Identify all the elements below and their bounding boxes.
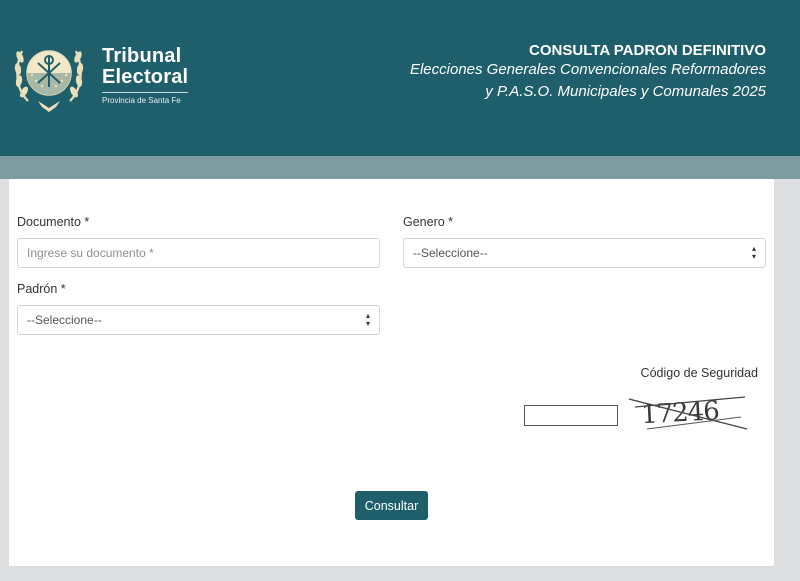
page-subtitle-1: Elecciones Generales Convencionales Refo… (409, 61, 766, 78)
captcha-input[interactable] (524, 405, 618, 426)
padron-selected-value: --Seleccione-- (27, 313, 102, 327)
padron-label: Padrón * (17, 282, 66, 296)
genero-selected-value: --Seleccione-- (413, 246, 488, 260)
logo-line-2: Electoral (102, 66, 189, 88)
logo-line-3: Provincia de Santa Fe (102, 96, 181, 105)
documento-input[interactable] (17, 238, 380, 268)
page-title: CONSULTA PADRON DEFINITIVO (529, 42, 766, 59)
seal-icon (14, 50, 84, 112)
logo-divider (102, 92, 188, 93)
genero-label: Genero * (403, 215, 454, 229)
query-form-card: Documento * Genero * --Seleccione-- ▴▾ P… (9, 179, 774, 566)
provincial-seal-logo (14, 33, 84, 113)
genero-select[interactable]: --Seleccione-- ▴ ▾ (403, 238, 766, 268)
select-arrows-icon: ▴ ▾ (365, 311, 370, 328)
select-arrows-icon: ▴ ▾ (751, 244, 756, 261)
page-header: Tribunal Electoral Provincia de Santa Fe… (0, 0, 800, 156)
logo-line-1: Tribunal (102, 45, 182, 67)
header-subbar (0, 156, 800, 179)
captcha-image: 17246 (628, 396, 748, 430)
padron-select[interactable]: --Seleccione-- ▴ ▾ (17, 305, 380, 335)
consultar-button[interactable]: Consultar (355, 491, 428, 520)
documento-label: Documento * (17, 215, 90, 229)
page-subtitle-2: y P.A.S.O. Municipales y Comunales 2025 (485, 83, 766, 100)
captcha-label: Código de Seguridad (640, 366, 758, 380)
header-titles: CONSULTA PADRON DEFINITIVO Elecciones Ge… (410, 42, 766, 103)
tribunal-logo-text: Tribunal Electoral Provincia de Santa Fe (102, 46, 188, 105)
